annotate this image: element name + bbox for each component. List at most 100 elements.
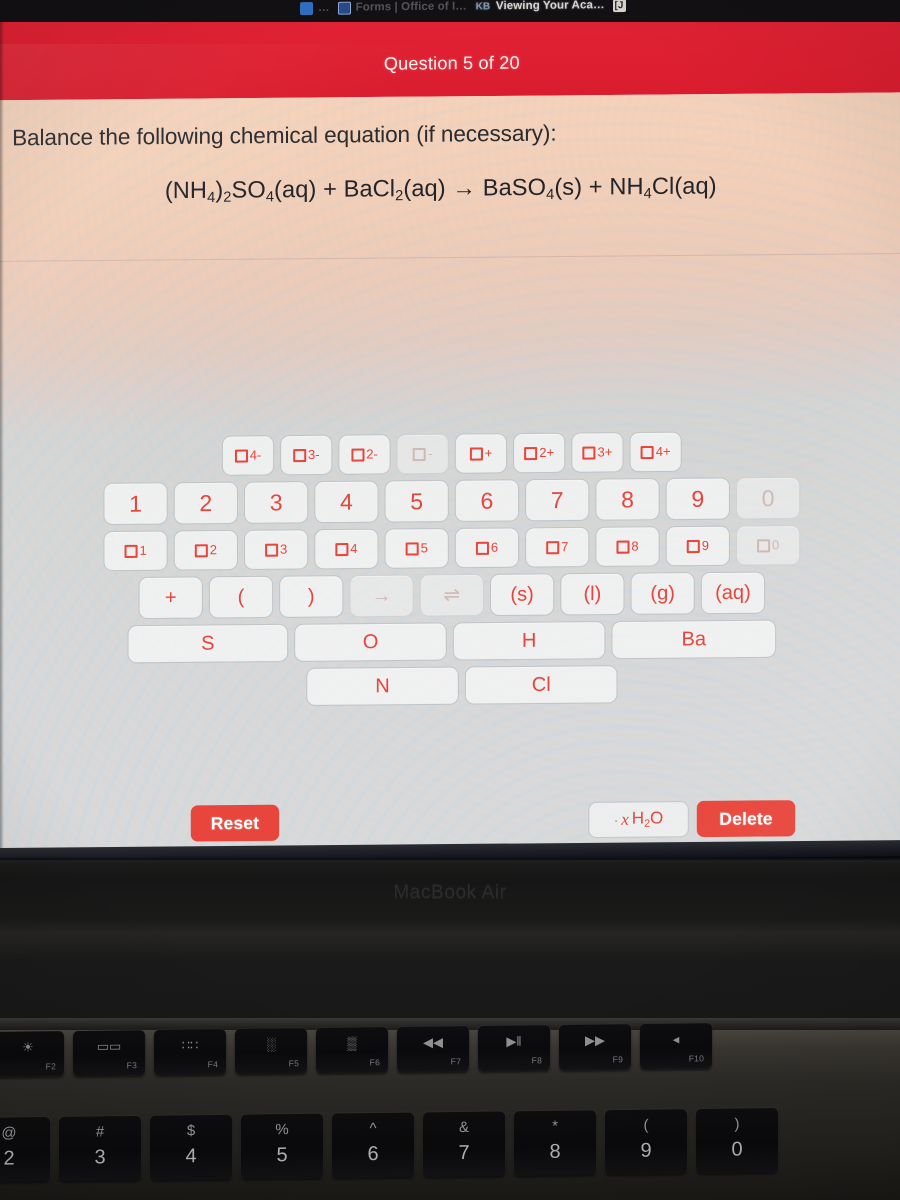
key-9[interactable]: (9 [605, 1109, 687, 1175]
charge-3-plus[interactable]: 3+ [571, 432, 624, 473]
laptop-hinge [0, 858, 900, 862]
reset-button[interactable]: Reset [190, 804, 280, 842]
key-0[interactable]: ) 0 [696, 1108, 778, 1174]
digit-0[interactable]: 0 [735, 476, 801, 520]
element-Ba[interactable]: Ba [611, 619, 777, 660]
digit-4[interactable]: 4 [314, 480, 379, 524]
subscript-6[interactable]: 6 [454, 527, 520, 569]
digit-4-label: 4 [339, 488, 353, 515]
key-f5-keyboard-brightness-down-label: F5 [288, 1058, 299, 1069]
placeholder-box-icon [756, 538, 770, 552]
subscript-7[interactable]: 7 [525, 526, 590, 568]
digit-2[interactable]: 2 [173, 481, 238, 525]
element-H[interactable]: H [452, 621, 606, 661]
key-f2-brightness-down[interactable]: ☀ F2 [0, 1031, 64, 1077]
chemical-equation: (NH4)2SO4(aq) + BaCl2(aq) → BaSO4(s) + N… [164, 172, 717, 206]
digit-2-label: 2 [199, 489, 213, 516]
digit-5-label: 5 [410, 487, 424, 514]
state-aqueous[interactable]: (aq) [700, 571, 766, 615]
charge-2-minus[interactable]: 2- [338, 434, 391, 475]
question-header-bar: Question 5 of 20 [0, 22, 900, 101]
key-6[interactable]: ^ 6 [332, 1112, 414, 1178]
key-8[interactable]: * 8 [514, 1110, 596, 1176]
delete-button[interactable]: Delete [696, 800, 796, 838]
key-7[interactable]: & 7 [423, 1111, 505, 1177]
charge-2-plus[interactable]: 2+ [513, 432, 566, 474]
subscript-1[interactable]: 1 [103, 530, 168, 572]
digit-6[interactable]: 6 [454, 479, 520, 522]
state-solid[interactable]: (s) [489, 573, 555, 617]
key-2[interactable]: @2 [0, 1116, 50, 1182]
browser-tab-1[interactable]: Forms | Office of I… [337, 0, 467, 15]
browser-tab-2[interactable]: KB Viewing Your Aca… [475, 0, 605, 13]
key-5[interactable]: % 5 [241, 1113, 323, 1179]
key-f5-keyboard-brightness-down[interactable]: ░ F5 [235, 1028, 307, 1075]
symbol-equilibrium-arrow[interactable]: ⇌ [419, 573, 484, 617]
symbol-open-paren[interactable]: ( [208, 575, 274, 619]
subscript-3[interactable]: 3 [243, 529, 309, 571]
placeholder-box-icon [469, 446, 483, 461]
digit-5[interactable]: 5 [384, 479, 449, 523]
symbol-plus[interactable]: + [138, 576, 203, 620]
charge-plus[interactable]: + [454, 433, 508, 474]
key-f6-keyboard-brightness-up[interactable]: ▒ F6 [316, 1027, 388, 1074]
digit-7[interactable]: 7 [525, 478, 590, 522]
digit-6-label: 6 [480, 487, 494, 514]
key-f10-mute[interactable]: ◂ F10 [640, 1023, 712, 1070]
state-solid-label: (s) [510, 583, 534, 606]
digit-3[interactable]: 3 [243, 481, 309, 524]
key-f8-play-pause[interactable]: ▶‖ F8 [478, 1025, 550, 1072]
charge-minus[interactable]: - [396, 433, 449, 475]
placeholder-box-icon [582, 445, 596, 460]
formula-keypad: 4- 3- 2- - +2+ 3+ 4+ 1234567890 1234567890 +()… [0, 430, 900, 709]
charge-4-plus[interactable]: 4+ [629, 431, 682, 473]
state-aqueous-label: (aq) [715, 581, 751, 605]
key-f6-keyboard-brightness-up-label: F6 [369, 1057, 380, 1068]
element-N[interactable]: N [306, 666, 459, 707]
subscript-9[interactable]: 9 [665, 525, 730, 567]
subscript-8[interactable]: 8 [595, 526, 660, 567]
element-O[interactable]: O [294, 622, 447, 662]
key-9-shifted-label: ( [643, 1116, 649, 1134]
laptop-screen: Question 5 of 20 Balance the following c… [0, 22, 900, 852]
key-7-primary-label: 7 [458, 1141, 470, 1165]
key-4-primary-label: 4 [185, 1145, 197, 1168]
placeholder-box-icon [616, 540, 630, 554]
browser-tab-0[interactable]: … [300, 1, 330, 15]
key-f3-mission-control[interactable]: ▭▭ F3 [73, 1030, 145, 1077]
symbol-close-paren[interactable]: ) [279, 575, 344, 618]
subscript-2[interactable]: 2 [173, 529, 238, 571]
browser-tab-3[interactable]: [J [612, 0, 626, 12]
subscript-4[interactable]: 4 [314, 528, 379, 570]
placeholder-box-icon [292, 448, 306, 462]
element-S[interactable]: S [127, 623, 289, 664]
question-counter: Question 5 of 20 [383, 52, 520, 74]
placeholder-box-icon [524, 446, 538, 460]
digit-key-row: 1 2 3 4 5 6 7 8 9 0 [103, 476, 801, 526]
state-gas[interactable]: (g) [630, 572, 695, 615]
element-Cl[interactable]: Cl [464, 665, 618, 705]
symbol-close-paren-label: ) [307, 585, 315, 608]
symbol-yields-arrow-label: → [371, 584, 392, 608]
subscript-key-row: 1234567890 [103, 524, 801, 572]
digit-9[interactable]: 9 [665, 477, 730, 521]
key-5-primary-label: 5 [276, 1144, 288, 1167]
function-key-row: ☀ F2 ▭▭ F3 ∷∷ F4 ░ F5 ▒ F6 ◀◀ F7 ▶‖ F8 ▶▶ F9 ◂ F10 [0, 1023, 721, 1077]
digit-8[interactable]: 8 [595, 478, 660, 521]
key-f9-fast-forward[interactable]: ▶▶ F9 [559, 1024, 631, 1071]
state-liquid[interactable]: (l) [560, 572, 625, 616]
key-f4-launchpad[interactable]: ∷∷ F4 [154, 1029, 226, 1076]
hydrate-water-button[interactable]: · x H2O [588, 801, 689, 839]
question-body: Balance the following chemical equation … [0, 92, 900, 852]
subscript-0[interactable]: 0 [735, 524, 801, 566]
charge-3-minus[interactable]: 3- [280, 434, 333, 476]
key-3[interactable]: #3 [59, 1115, 141, 1181]
key-4[interactable]: $4 [150, 1114, 232, 1180]
symbol-yields-arrow[interactable]: → [349, 574, 414, 618]
hydrate-formula: H2O [631, 808, 664, 831]
digit-1[interactable]: 1 [103, 482, 168, 526]
charge-4-minus[interactable]: 4- [221, 435, 275, 476]
key-f7-rewind[interactable]: ◀◀ F7 [397, 1026, 469, 1073]
key-0-shifted-label: ) [734, 1115, 740, 1133]
subscript-5[interactable]: 5 [384, 528, 449, 569]
